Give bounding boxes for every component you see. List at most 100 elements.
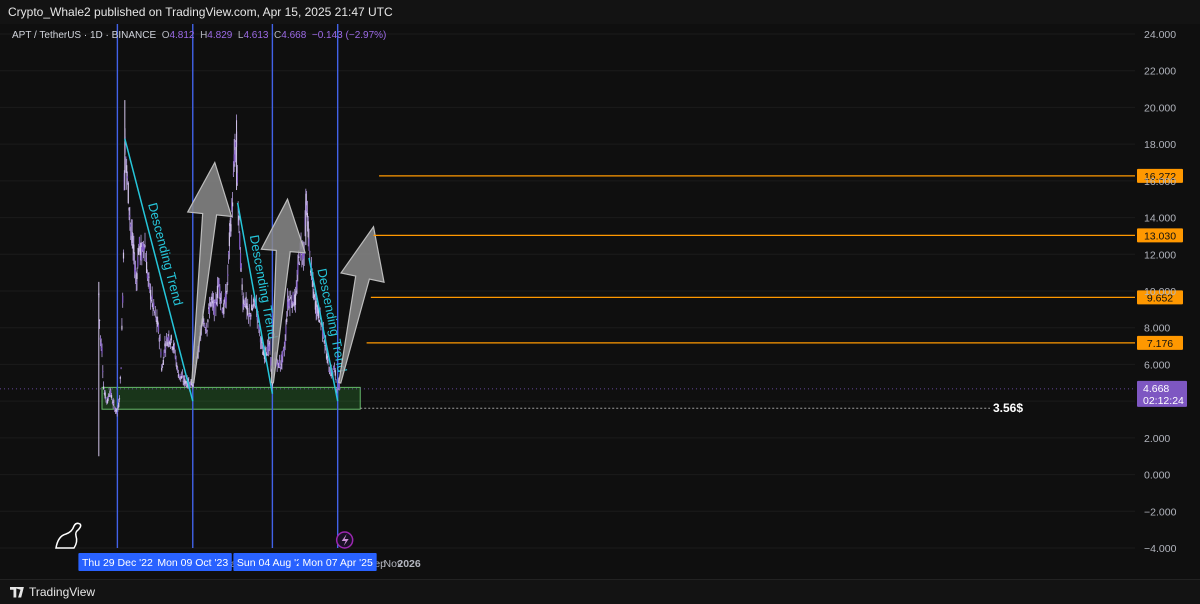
candle-body: [119, 377, 121, 379]
up-arrow: [186, 160, 233, 384]
candle-body: [318, 319, 320, 323]
candle-body: [170, 335, 172, 341]
candle-body: [241, 284, 243, 290]
up-arrow-layer: [186, 160, 385, 384]
candle-body: [113, 402, 115, 404]
candle-body: [207, 319, 209, 323]
candle-body: [285, 326, 287, 335]
candle-body: [177, 367, 179, 369]
dinosaur-icon[interactable]: [55, 522, 82, 549]
extra-layer: [55, 522, 354, 549]
support-level-label: 3.56$: [993, 401, 1023, 415]
candle-body: [118, 402, 120, 407]
y-tick-label: 10.000: [1144, 286, 1176, 298]
close-value: 4.668: [281, 30, 307, 41]
date-marker-text: Mon 07 Apr '25: [303, 557, 373, 569]
candle-body: [227, 274, 229, 277]
candle-body: [126, 176, 129, 179]
candle-body: [161, 367, 163, 371]
candle-body: [157, 324, 160, 332]
last-price-text: 4.668: [1143, 383, 1169, 395]
candle-body: [231, 202, 234, 207]
y-tick-label: 12.000: [1144, 249, 1176, 261]
candle-body: [284, 340, 286, 346]
candle-body: [335, 379, 337, 381]
candle-body: [153, 302, 155, 308]
candle-body: [247, 307, 249, 316]
symbol-label: APT / TetherUS · 1D · BINANCE: [12, 30, 157, 41]
brand-text: TradingView: [29, 585, 96, 599]
candle-body: [277, 360, 279, 362]
candle-body: [116, 412, 118, 414]
candle-body: [122, 252, 125, 259]
candle-body: [270, 357, 272, 366]
candle-body: [203, 321, 205, 323]
candle-body: [289, 300, 291, 308]
ohlc-legend: APT / TetherUS · 1D · BINANCE O4.812 H4.…: [12, 30, 386, 41]
candle-body: [206, 330, 208, 332]
y-tick-label: 24.000: [1144, 29, 1176, 41]
tradingview-logo-icon: [10, 586, 24, 598]
date-marker-text: Thu 29 Dec '22: [82, 557, 153, 569]
candle-body: [144, 245, 146, 248]
candle-body: [136, 273, 138, 280]
y-tick-label: 0.000: [1144, 470, 1170, 482]
candle-body: [161, 366, 164, 368]
date-marker-text: Mon 09 Oct '23: [157, 557, 228, 569]
candle-body: [297, 263, 299, 275]
target-price-text: 13.030: [1144, 230, 1176, 242]
candle-body: [105, 397, 107, 400]
price-chart-svg[interactable]: 3.56$ Descending Trend Descending Trend De…: [0, 0, 1200, 580]
candle-body: [309, 251, 311, 253]
candle-body: [216, 285, 219, 298]
candle-body: [102, 370, 104, 373]
candle-body: [110, 395, 113, 398]
y-tick-label: 22.000: [1144, 66, 1176, 78]
open-value: 4.812: [169, 30, 195, 41]
candle-body: [278, 361, 281, 367]
candle-body: [240, 264, 242, 268]
candle-body: [151, 294, 153, 300]
footer-bar: TradingView: [0, 579, 1200, 604]
candle-body: [220, 299, 223, 301]
candle-body: [121, 325, 123, 330]
y-tick-label: 20.000: [1144, 102, 1176, 114]
candle-body: [298, 263, 301, 265]
candle-body: [133, 244, 135, 254]
target-price-text: 7.176: [1147, 338, 1173, 350]
candle-body: [269, 344, 271, 351]
date-marker-text: Sun 04 Aug '24: [237, 557, 308, 569]
candle-body: [101, 347, 103, 354]
low-value: 4.613: [243, 30, 269, 41]
candle-body: [230, 224, 232, 232]
candle-body: [154, 311, 156, 313]
up-arrow: [338, 225, 385, 384]
candle-body: [282, 350, 284, 357]
change-value: −0.143 (−2.97%): [311, 30, 387, 41]
candle-body: [159, 338, 161, 341]
candle-body: [165, 347, 167, 350]
y-tick-label: −4.000: [1144, 543, 1177, 555]
y-tick-label: −2.000: [1144, 506, 1177, 518]
chart-canvas[interactable]: 3.56$ Descending Trend Descending Trend De…: [0, 0, 1200, 580]
candle-body: [127, 182, 129, 204]
high-value: 4.829: [207, 30, 233, 41]
candle-body: [173, 345, 176, 348]
y-tick-label: 16.000: [1144, 176, 1176, 188]
candle-body: [232, 173, 234, 175]
candle-body: [125, 156, 127, 159]
candle-body: [226, 284, 228, 293]
candle-body: [175, 358, 177, 361]
candle-body: [137, 256, 139, 267]
candle-body: [107, 396, 109, 399]
y-tick-label: 14.000: [1144, 213, 1176, 225]
x-tick-label: 2026: [397, 558, 421, 570]
y-tick-label: 2.000: [1144, 433, 1170, 445]
support-zone: [101, 386, 361, 410]
tradingview-logo[interactable]: TradingView: [10, 585, 95, 599]
candle-body: [160, 351, 162, 356]
candle-body: [148, 276, 150, 278]
candle-body: [162, 359, 164, 366]
candle-body: [204, 325, 206, 327]
candle-body: [286, 318, 288, 323]
